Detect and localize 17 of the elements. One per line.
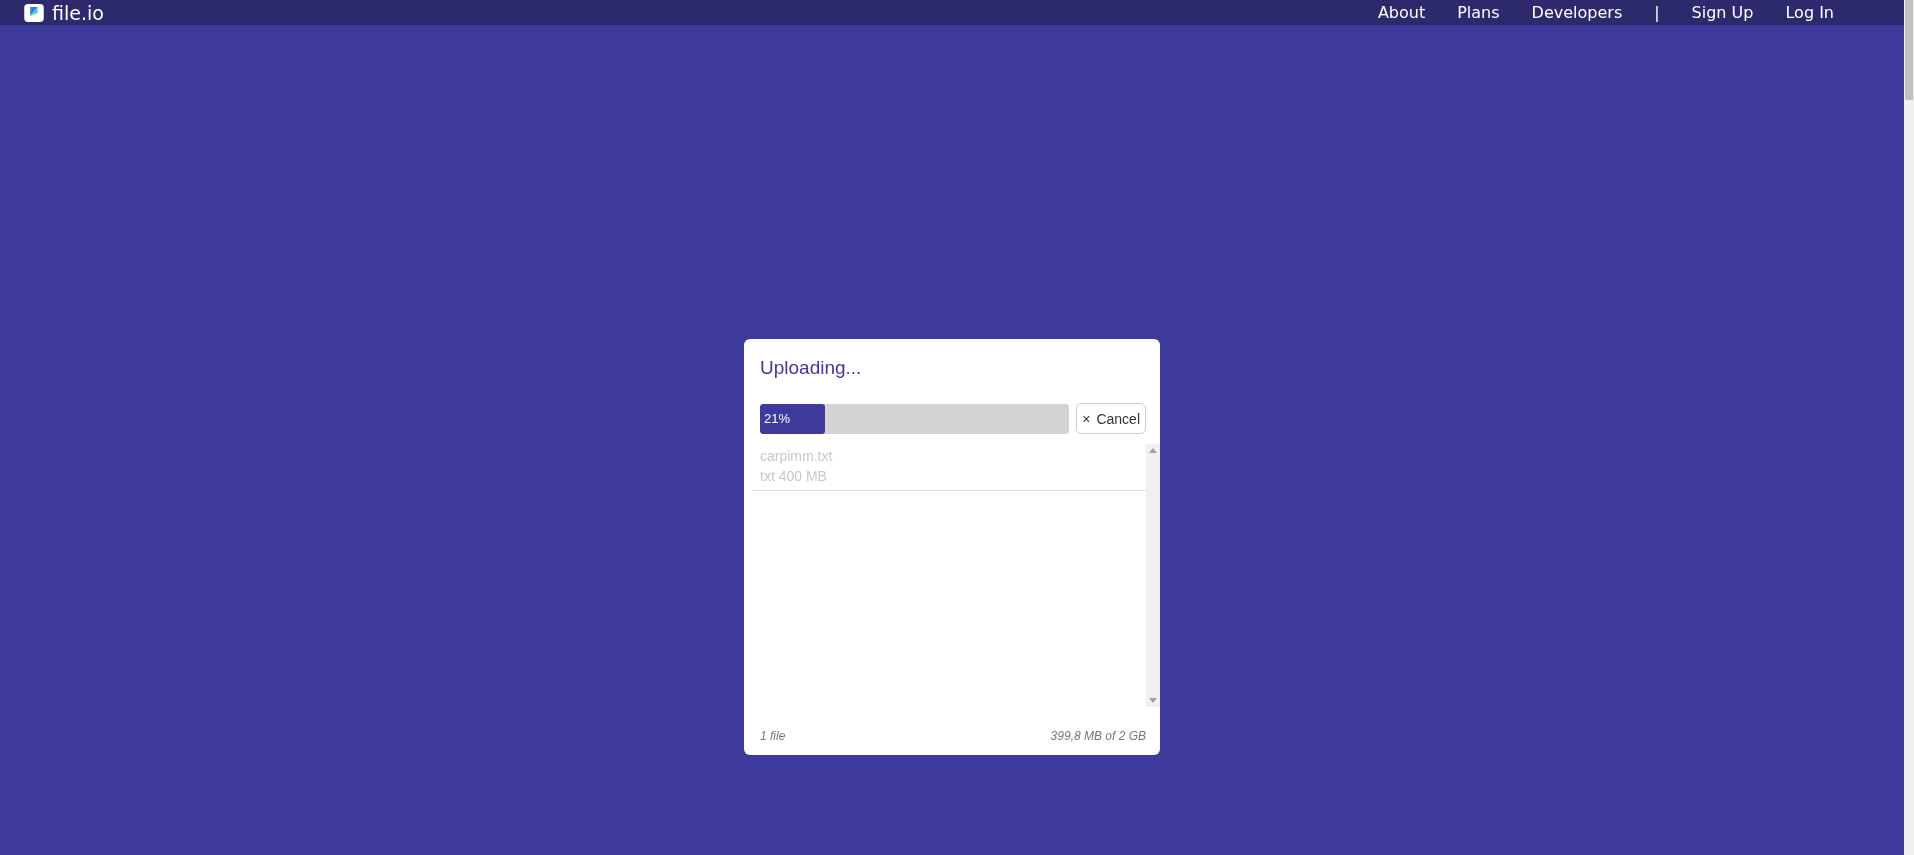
nav-link[interactable]: Sign Up <box>1691 2 1754 23</box>
nav-link[interactable]: Developers <box>1531 2 1623 23</box>
logo-text[interactable]: file.io <box>52 1 104 24</box>
nav-link[interactable]: Plans <box>1457 2 1500 23</box>
nav-link[interactable]: | <box>1654 2 1660 23</box>
page-scrollbar[interactable] <box>1904 0 1914 855</box>
cancel-button[interactable]: × Cancel <box>1076 403 1146 434</box>
nav-link[interactable]: Log In <box>1785 2 1834 23</box>
scroll-down-icon[interactable] <box>1149 698 1157 703</box>
storage-usage: 399,8 MB of 2 GB <box>1050 729 1146 743</box>
progress-label: 21% <box>764 410 791 426</box>
logo-icon <box>24 3 44 22</box>
nav-link[interactable]: About <box>1377 2 1426 23</box>
scroll-up-icon[interactable] <box>1149 448 1157 453</box>
file-count: 1 file <box>760 729 786 743</box>
scrollbar[interactable] <box>1146 444 1160 707</box>
dialog-title: Uploading... <box>760 357 863 379</box>
